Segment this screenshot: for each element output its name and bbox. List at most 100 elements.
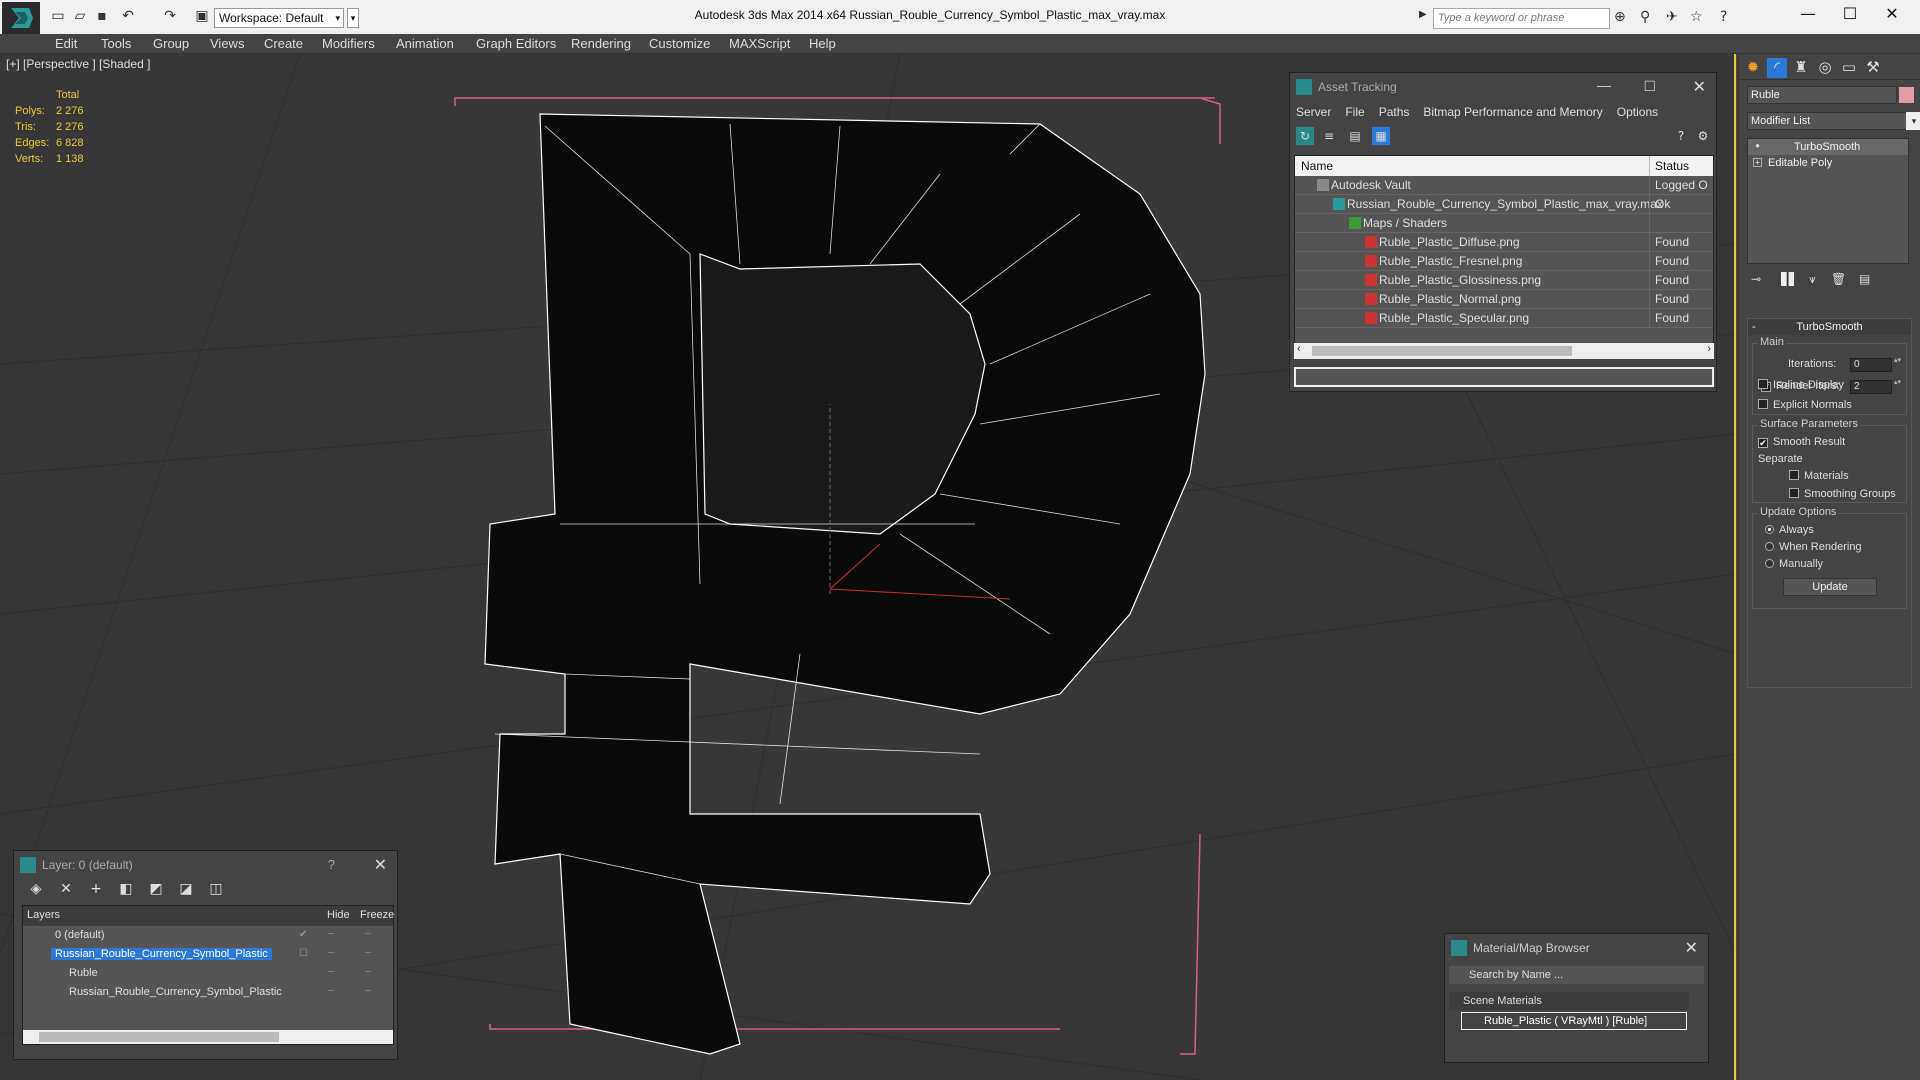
menu-create[interactable]: Create (264, 36, 303, 51)
refresh-icon[interactable]: ↻ (1296, 127, 1314, 145)
menu-views[interactable]: Views (210, 36, 244, 51)
pin-stack-icon[interactable]: ⊸ (1751, 272, 1761, 286)
close-icon[interactable]: ✕ (374, 851, 387, 879)
col-layers[interactable]: Layers (27, 909, 60, 921)
menu-edit[interactable]: Edit (55, 36, 77, 51)
material-item[interactable]: Ruble_Plastic ( VRayMtl ) [Ruble] (1461, 1012, 1687, 1030)
modify-tab-icon[interactable]: ◜ (1767, 58, 1787, 78)
close-icon[interactable]: ✕ (1685, 934, 1698, 962)
table-row[interactable]: Ruble_Plastic_Fresnel.png Found (1295, 252, 1713, 271)
delete-layer-icon[interactable]: ✕ (56, 881, 76, 901)
menu-graph-editors[interactable]: Graph Editors (476, 36, 556, 51)
layer-row[interactable]: 0 (default) ✔ ┈ ┈ (23, 926, 393, 945)
isoline-display-checkbox[interactable]: Isoline Display (1758, 379, 1844, 391)
freeze-all-icon[interactable]: ◫ (206, 881, 226, 901)
search-input[interactable]: Type a keyword or phrase (1433, 8, 1610, 29)
menu-group[interactable]: Group (153, 36, 189, 51)
table-row[interactable]: Ruble_Plastic_Glossiness.png Found (1295, 271, 1713, 290)
layer-row[interactable]: Russian_Rouble_Currency_Symbol_Plastic ┈ ┈ (23, 983, 393, 1002)
at-menu-bitmap[interactable]: Bitmap Performance and Memory (1423, 101, 1602, 123)
update-button[interactable]: Update (1783, 578, 1877, 596)
at-menu-file[interactable]: File (1345, 101, 1364, 123)
modifier-list-dropdown[interactable]: Modifier List ▾ (1747, 112, 1920, 130)
asset-table-hscrollbar[interactable]: ‹ › (1294, 343, 1714, 359)
layer-hscrollbar[interactable] (23, 1030, 393, 1044)
add-to-layer-icon[interactable]: + (86, 881, 106, 901)
chevron-down-icon[interactable]: ▾ (1906, 112, 1920, 130)
at-menu-server[interactable]: Server (1296, 101, 1331, 123)
maximize-window-icon[interactable]: ☐ (1830, 4, 1870, 23)
viewport-label[interactable]: [+] [Perspective ] [Shaded ] (6, 57, 150, 71)
table-row[interactable]: Autodesk Vault Logged O (1295, 176, 1713, 195)
table-row[interactable]: Ruble_Plastic_Specular.png Found (1295, 309, 1713, 328)
motion-tab-icon[interactable]: ◎ (1815, 58, 1835, 78)
select-objects-icon[interactable]: ◧ (116, 881, 136, 901)
make-unique-icon[interactable]: ⩛ (1809, 272, 1816, 287)
smooth-result-checkbox[interactable]: ✔ Smooth Result (1758, 436, 1845, 448)
table-row[interactable]: Russian_Rouble_Currency_Symbol_Plastic_m… (1295, 195, 1713, 214)
detail-view-icon[interactable]: ▤ (1346, 127, 1364, 145)
close-window-icon[interactable]: ✕ (1872, 4, 1912, 23)
table-row[interactable]: Maps / Shaders (1295, 214, 1713, 233)
binoculars-icon[interactable]: ⊕ (1614, 9, 1626, 25)
material-search-input[interactable]: Search by Name ... (1449, 966, 1704, 984)
menu-tools[interactable]: Tools (101, 36, 131, 51)
communication-center-icon[interactable]: ✈ (1666, 9, 1678, 25)
display-tab-icon[interactable]: ▭ (1839, 58, 1859, 78)
help-icon[interactable]: ? (1720, 9, 1727, 25)
show-end-result-icon[interactable]: ┃ (1781, 272, 1795, 286)
menu-customize[interactable]: Customize (649, 36, 710, 51)
minimize-window-icon[interactable]: — (1788, 4, 1828, 23)
at-menu-options[interactable]: Options (1617, 101, 1658, 123)
hide-all-icon[interactable]: ◪ (176, 881, 196, 901)
search-tool-icon[interactable]: ⚲ (1640, 9, 1650, 25)
layer-titlebar[interactable]: Layer: 0 (default) ? ✕ (14, 851, 397, 879)
search-expand-icon[interactable]: ▶ (1419, 9, 1427, 20)
table-row[interactable]: Ruble_Plastic_Normal.png Found (1295, 290, 1713, 309)
col-hide[interactable]: Hide (327, 909, 350, 921)
help-icon[interactable]: ? (328, 851, 335, 879)
highlight-layer-icon[interactable]: ◩ (146, 881, 166, 901)
minimize-icon[interactable]: — (1597, 71, 1611, 99)
col-freeze[interactable]: Freeze (360, 909, 394, 921)
utilities-tab-icon[interactable]: ⚒ (1863, 58, 1883, 78)
explicit-normals-checkbox[interactable]: Explicit Normals (1758, 399, 1852, 411)
asset-tracking-titlebar[interactable]: Asset Tracking — ☐ ✕ (1290, 73, 1716, 101)
menu-maxscript[interactable]: MAXScript (729, 36, 790, 51)
iterations-spinner[interactable]: 0 (1850, 357, 1900, 372)
render-iters-spinner[interactable]: 2 (1850, 379, 1900, 394)
asset-path-field[interactable] (1294, 367, 1714, 387)
scroll-right-icon[interactable]: › (1707, 343, 1711, 355)
scroll-left-icon[interactable]: ‹ (1297, 343, 1301, 355)
maximize-icon[interactable]: ☐ (1643, 73, 1656, 101)
table-row[interactable]: Ruble_Plastic_Diffuse.png Found (1295, 233, 1713, 252)
table-view-icon[interactable]: ▦ (1372, 127, 1390, 145)
configure-sets-icon[interactable]: ▤ (1859, 272, 1870, 286)
at-menu-paths[interactable]: Paths (1379, 101, 1410, 123)
turbosmooth-rollout-header[interactable]: - TurboSmooth (1748, 319, 1911, 335)
hierarchy-tab-icon[interactable]: ♜ (1791, 58, 1811, 78)
menu-modifiers[interactable]: Modifiers (322, 36, 375, 51)
separate-materials-checkbox[interactable]: Materials (1789, 470, 1849, 482)
menu-help[interactable]: Help (809, 36, 836, 51)
menu-rendering[interactable]: Rendering (571, 36, 631, 51)
close-icon[interactable]: ✕ (1693, 73, 1706, 101)
separate-smoothing-groups-checkbox[interactable]: Smoothing Groups (1789, 488, 1896, 500)
col-status[interactable]: Status (1655, 159, 1689, 173)
new-layer-icon[interactable]: ◈ (26, 881, 46, 901)
layer-row[interactable]: Ruble ┈ ┈ (23, 964, 393, 983)
scene-materials-group[interactable]: Scene Materials (1449, 992, 1689, 1010)
list-view-icon[interactable]: ≡ (1320, 127, 1338, 145)
favorites-icon[interactable]: ☆ (1690, 9, 1703, 25)
create-tab-icon[interactable]: ✹ (1743, 58, 1763, 78)
material-browser-titlebar[interactable]: Material/Map Browser ✕ (1445, 934, 1708, 962)
object-name-field[interactable]: Ruble (1747, 86, 1897, 104)
stack-item-turbosmooth[interactable]: ● TurboSmooth (1748, 139, 1908, 155)
update-when-rendering-radio[interactable]: When Rendering (1765, 541, 1862, 553)
stack-item-editable-poly[interactable]: + Editable Poly (1748, 155, 1908, 171)
update-always-radio[interactable]: Always (1765, 524, 1814, 536)
col-name[interactable]: Name (1301, 159, 1333, 173)
settings-icon[interactable]: ⚙ (1694, 127, 1712, 145)
layer-row[interactable]: Russian_Rouble_Currency_Symbol_Plastic ☐ ┈… (23, 945, 393, 964)
help-icon[interactable]: ? (1672, 127, 1690, 145)
